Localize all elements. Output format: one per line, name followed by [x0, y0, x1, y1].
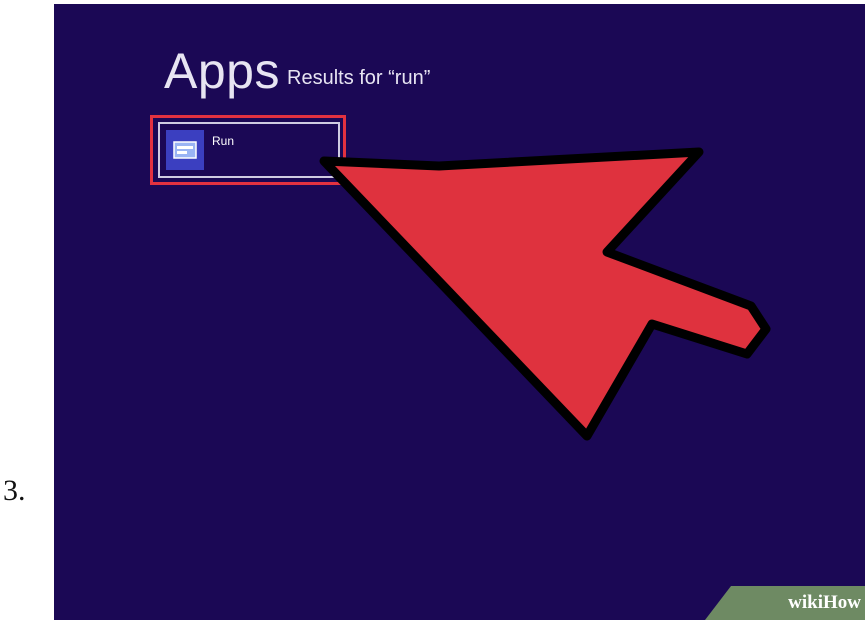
- wikihow-watermark: wikiHow: [705, 586, 865, 620]
- watermark-text: wikiHow: [788, 592, 861, 613]
- pointer-arrow: [319, 147, 771, 441]
- start-search-screen: Apps Results for “run” Run wikiHow: [54, 4, 865, 620]
- step-number: 3.: [3, 474, 26, 507]
